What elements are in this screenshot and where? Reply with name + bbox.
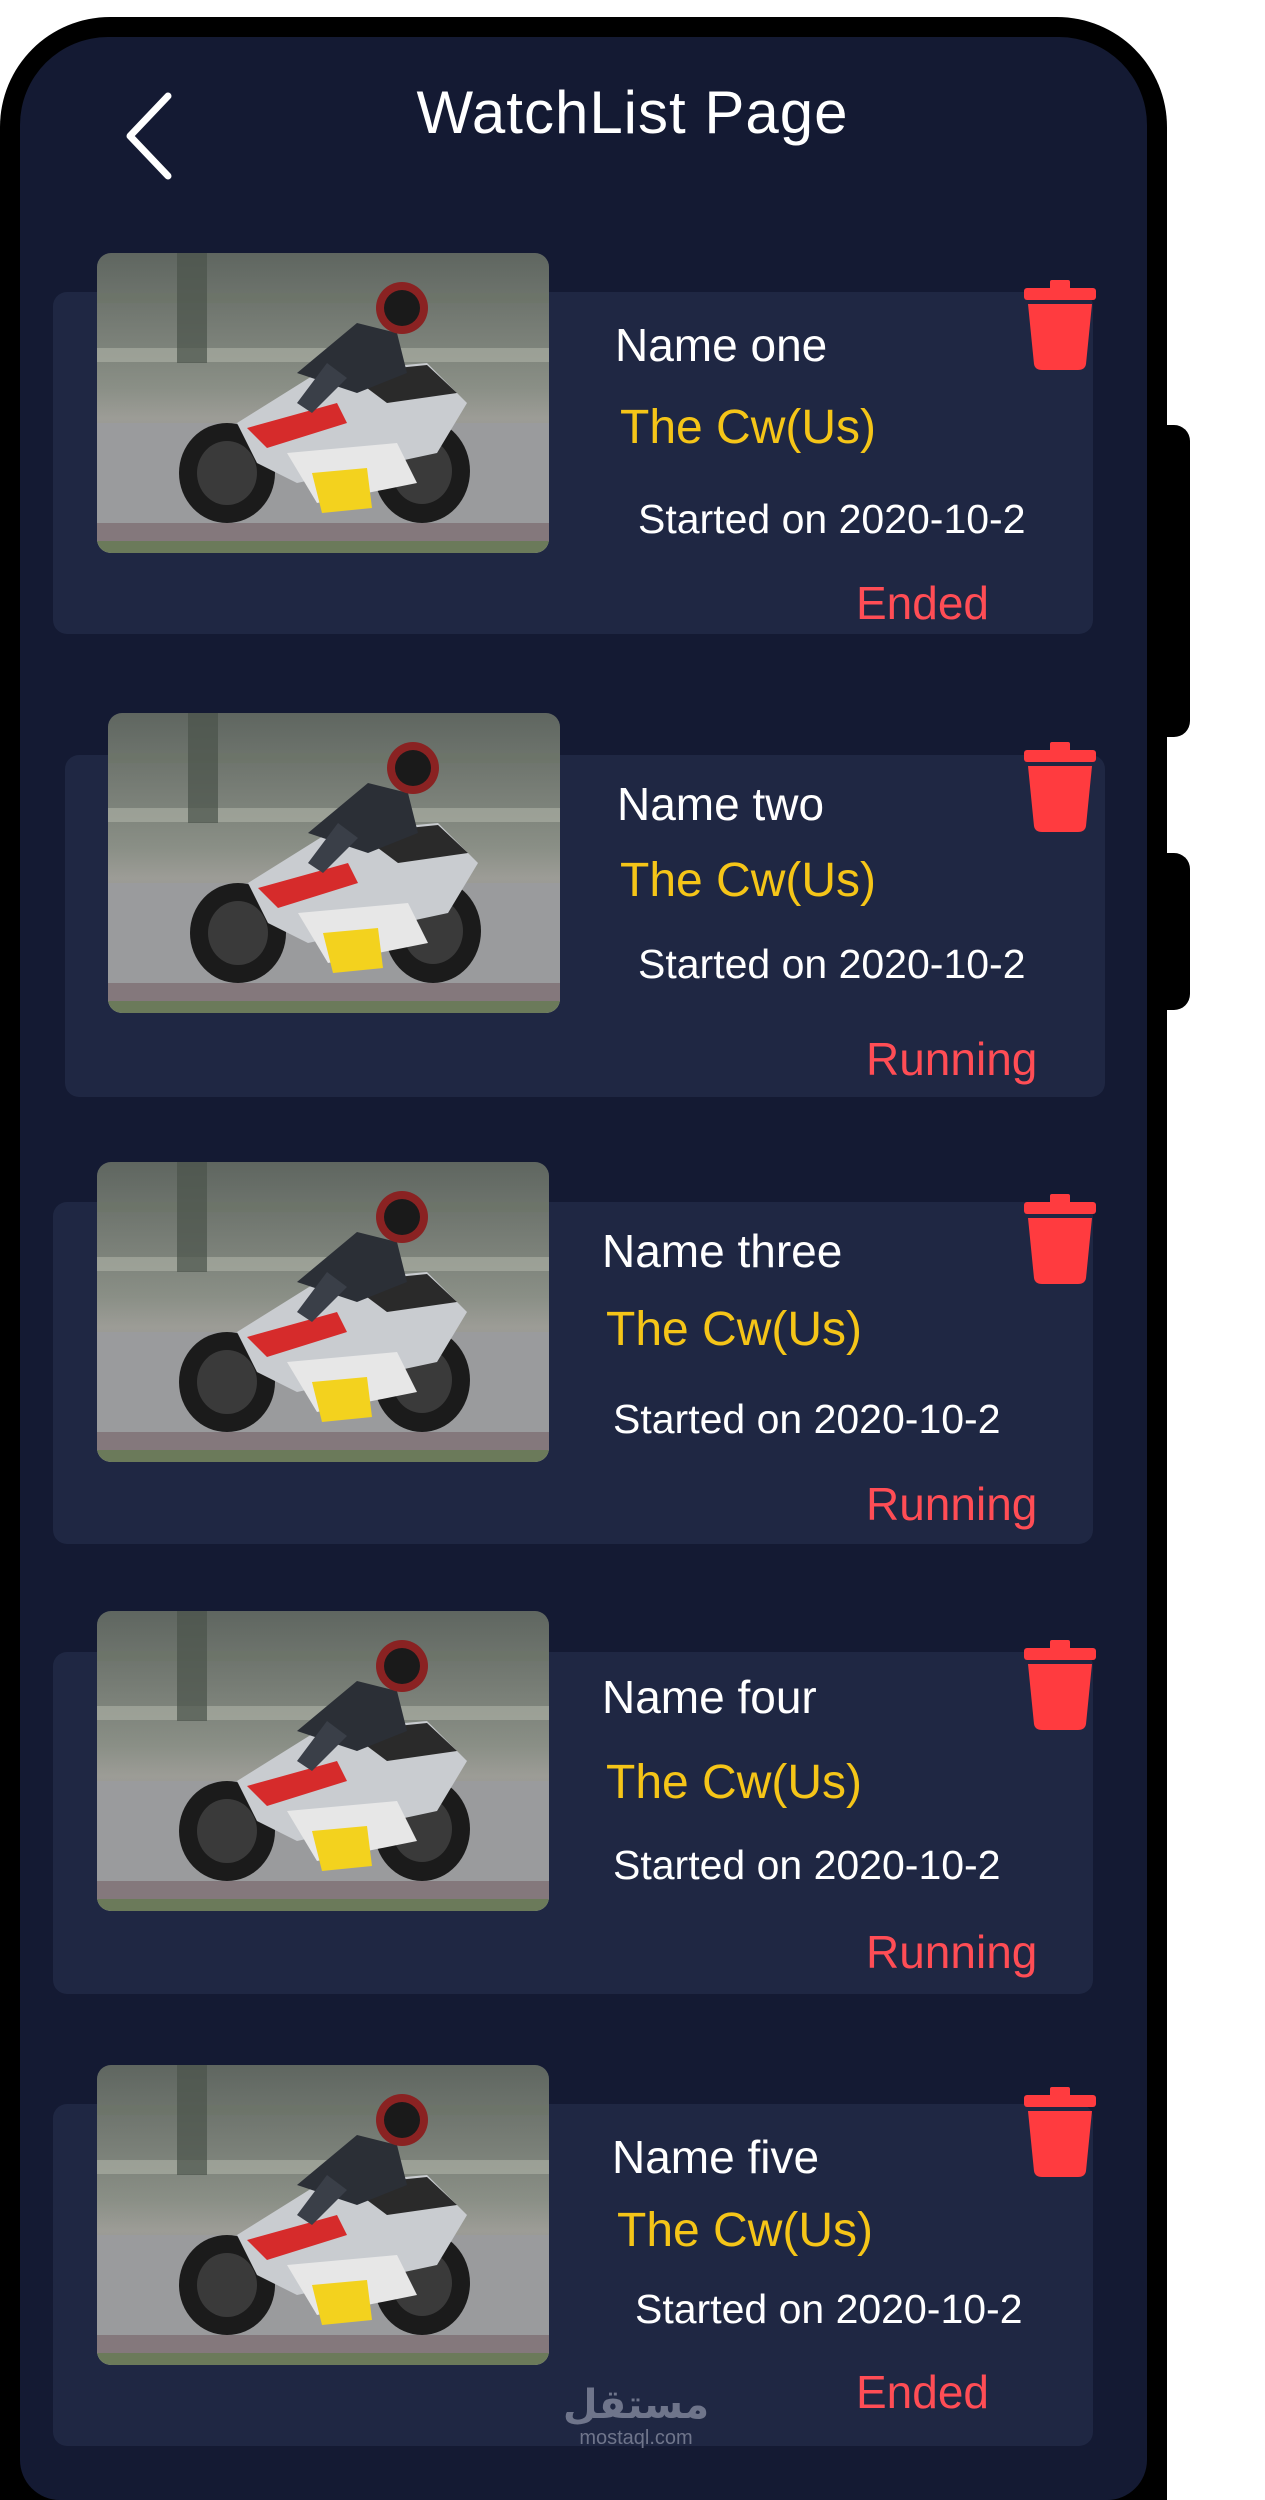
delete-button[interactable] bbox=[1020, 1192, 1100, 1284]
show-thumbnail[interactable] bbox=[97, 2065, 549, 2365]
trash-icon bbox=[1024, 742, 1096, 832]
show-thumbnail[interactable] bbox=[97, 1611, 549, 1911]
show-name: Name one bbox=[615, 319, 828, 371]
show-channel: The Cw(Us) bbox=[606, 1303, 863, 1356]
status-label: Running bbox=[866, 1033, 1038, 1085]
trash-icon bbox=[1024, 1194, 1096, 1284]
status-label: Ended bbox=[856, 577, 990, 629]
status-label: Ended bbox=[856, 2366, 990, 2418]
watermark-arabic: مستقل bbox=[562, 2383, 710, 2427]
show-channel: The Cw(Us) bbox=[606, 1756, 863, 1809]
show-thumbnail[interactable] bbox=[97, 253, 549, 553]
page-title: WatchList Page bbox=[416, 79, 849, 146]
status-label: Running bbox=[866, 1478, 1038, 1530]
show-name: Name five bbox=[612, 2131, 820, 2183]
trash-icon bbox=[1024, 2087, 1096, 2177]
delete-button[interactable] bbox=[1020, 278, 1100, 370]
show-channel: The Cw(Us) bbox=[617, 2204, 874, 2257]
show-start-date: Started on 2020-10-2 bbox=[613, 1396, 1001, 1442]
show-thumbnail[interactable] bbox=[108, 713, 560, 1013]
show-channel: The Cw(Us) bbox=[620, 854, 877, 907]
show-name: Name four bbox=[602, 1671, 817, 1723]
show-start-date: Started on 2020-10-2 bbox=[635, 2286, 1023, 2332]
delete-button[interactable] bbox=[1020, 1638, 1100, 1730]
delete-button[interactable] bbox=[1020, 2085, 1100, 2177]
show-name: Name two bbox=[617, 778, 825, 830]
show-start-date: Started on 2020-10-2 bbox=[638, 496, 1026, 542]
show-name: Name three bbox=[602, 1225, 843, 1277]
delete-button[interactable] bbox=[1020, 740, 1100, 832]
watermark-url: mostaql.com bbox=[579, 2427, 693, 2449]
trash-icon bbox=[1024, 280, 1096, 370]
show-start-date: Started on 2020-10-2 bbox=[638, 941, 1026, 987]
status-label: Running bbox=[866, 1926, 1038, 1978]
show-thumbnail[interactable] bbox=[97, 1162, 549, 1462]
show-start-date: Started on 2020-10-2 bbox=[613, 1842, 1001, 1888]
trash-icon bbox=[1024, 1640, 1096, 1730]
show-channel: The Cw(Us) bbox=[620, 401, 877, 454]
watermark-logo: مستقل mostaql.com bbox=[556, 2383, 716, 2449]
